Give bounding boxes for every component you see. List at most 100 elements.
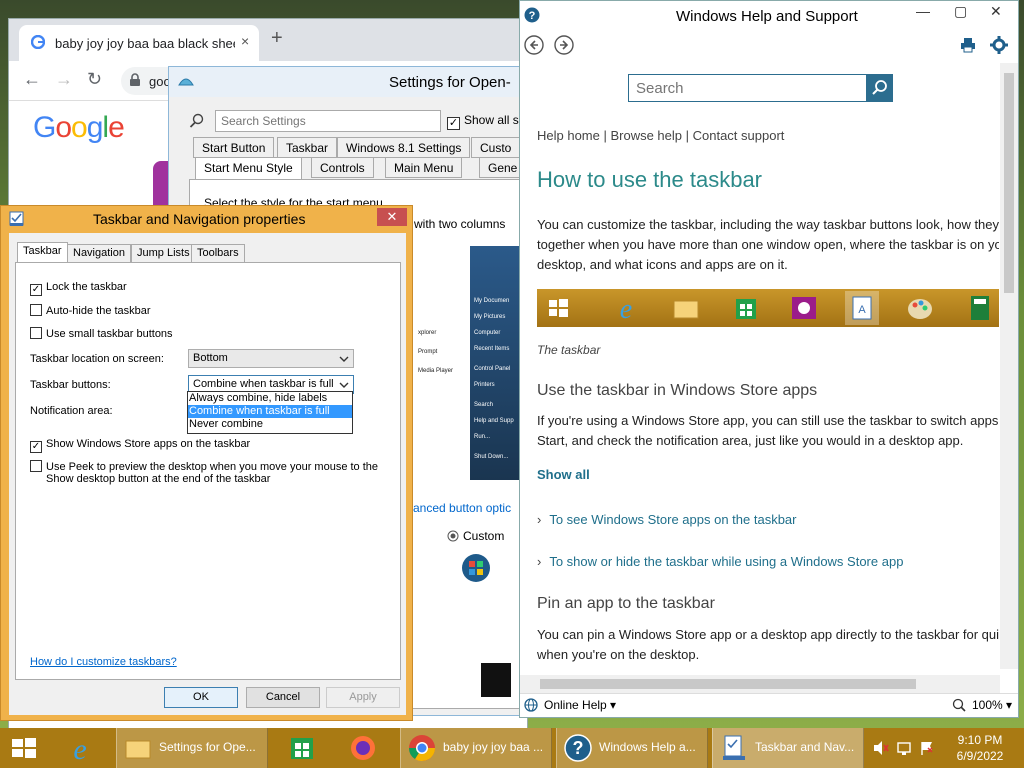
camera-icon <box>787 291 821 325</box>
preview-right-item: Printers <box>474 382 495 388</box>
preview-right-item: Search <box>474 402 494 408</box>
dropdown-option-selected[interactable]: Combine when taskbar is full <box>188 405 352 418</box>
taskbar-item-settings[interactable]: Settings for Ope... <box>116 728 268 768</box>
print-icon[interactable] <box>960 37 976 53</box>
ok-button[interactable]: OK <box>164 687 238 708</box>
store-icon <box>729 291 763 325</box>
back-icon[interactable] <box>524 35 544 55</box>
clock-date: 6/9/2022 <box>956 749 1004 763</box>
search-icon <box>189 113 205 129</box>
settings-search-input[interactable] <box>215 110 441 132</box>
help-search-input[interactable] <box>628 74 868 102</box>
cancel-button[interactable]: Cancel <box>246 687 320 708</box>
lock-icon <box>129 73 141 87</box>
help-nav-links[interactable]: Help home | Browse help | Contact suppor… <box>537 128 784 143</box>
peek-checkbox[interactable]: Use Peek to preview the desktop when you… <box>30 460 378 473</box>
action-center-flag-icon <box>921 742 933 755</box>
dialog-titlebar[interactable]: Taskbar and Navigation properties ✕ <box>1 206 412 232</box>
tab-jump-lists[interactable]: Jump Lists <box>131 244 196 263</box>
preview-left-item: Media Player <box>418 368 454 374</box>
dropdown-option[interactable]: Never combine <box>188 418 352 431</box>
zoom-value: 100% <box>972 698 1003 712</box>
custom-radio[interactable]: Custom <box>447 529 504 543</box>
tab-taskbar[interactable]: Taskbar <box>17 242 68 263</box>
open-shell-titlebar[interactable]: Settings for Open- <box>169 67 519 97</box>
reload-button[interactable]: ↻ <box>87 69 102 90</box>
preview-left-item: Prompt <box>418 349 438 355</box>
horizontal-scrollbar[interactable] <box>520 675 1000 693</box>
tab-navigation[interactable]: Navigation <box>67 244 131 263</box>
back-button[interactable]: ← <box>23 69 41 90</box>
taskbar-item-label: Windows Help a... <box>599 740 696 754</box>
taskbar-properties-dialog: Taskbar and Navigation properties ✕ Task… <box>0 205 413 721</box>
chevron-down-icon <box>337 377 351 392</box>
tab-start-menu-style[interactable]: Start Menu Style <box>195 157 302 180</box>
scroll-thumb[interactable] <box>540 679 916 689</box>
advanced-button-options-link[interactable]: anced button optic <box>413 501 511 515</box>
new-tab-button[interactable]: + <box>271 27 283 50</box>
calculator-icon <box>963 291 997 325</box>
help-navbar <box>520 31 1018 61</box>
scroll-thumb[interactable] <box>1004 73 1014 293</box>
search-icon <box>872 80 887 95</box>
dropdown-option[interactable]: Always combine, hide labels <box>188 392 352 405</box>
forward-icon[interactable] <box>554 35 574 55</box>
preview-right-item: My Pictures <box>474 314 506 320</box>
notification-label: Notification area: <box>30 405 113 417</box>
taskbar-item-help[interactable]: ? Windows Help a... <box>556 728 708 768</box>
online-help-dropdown[interactable]: Online Help ▾ <box>544 698 616 712</box>
store-apps-checkbox[interactable]: ✓ Show Windows Store apps on the taskbar <box>30 438 250 453</box>
customize-help-link[interactable]: How do I customize taskbars? <box>30 656 177 668</box>
vertical-scrollbar[interactable] <box>1000 63 1018 669</box>
help-search-button[interactable] <box>866 74 893 102</box>
zoom-icon[interactable] <box>952 698 966 712</box>
tab-windows-81-settings[interactable]: Windows 8.1 Settings <box>337 137 471 158</box>
windows-orb-icon[interactable] <box>461 553 491 583</box>
taskbar-location-select[interactable]: Bottom <box>188 349 354 368</box>
close-button[interactable]: ✕ <box>377 208 407 226</box>
maximize-button[interactable]: ▢ <box>954 3 967 20</box>
open-shell-title: Settings for Open- <box>389 74 511 91</box>
section-heading: Use the taskbar in Windows Store apps <box>537 382 818 399</box>
lock-taskbar-label: Lock the taskbar <box>46 281 127 293</box>
help-titlebar[interactable]: ? Windows Help and Support — ▢ ✕ <box>520 1 1018 31</box>
tab-taskbar[interactable]: Taskbar <box>277 137 338 158</box>
apply-button[interactable]: Apply <box>326 687 400 708</box>
buttons-value: Combine when taskbar is full <box>193 378 334 390</box>
small-buttons-checkbox[interactable]: Use small taskbar buttons <box>30 327 173 340</box>
expander-store-apps[interactable]: › To see Windows Store apps on the taskba… <box>537 512 796 527</box>
tab-start-button[interactable]: Start Button <box>193 137 275 158</box>
close-button[interactable]: ✕ <box>990 3 1002 20</box>
help-window: ? Windows Help and Support — ▢ ✕ Help ho… <box>519 0 1019 718</box>
start-button[interactable] <box>0 728 48 768</box>
folder-icon <box>669 291 703 325</box>
tab-controls[interactable]: Controls <box>311 157 374 178</box>
forward-button[interactable]: → <box>55 69 73 90</box>
gear-icon[interactable] <box>990 36 1008 54</box>
autohide-checkbox[interactable]: Auto-hide the taskbar <box>30 304 151 317</box>
expander-show-hide[interactable]: › To show or hide the taskbar while using… <box>537 554 903 569</box>
store-taskbar-button[interactable] <box>280 728 328 768</box>
zoom-level[interactable]: 100% ▾ <box>972 698 1012 712</box>
tab-toolbars[interactable]: Toolbars <box>191 244 245 263</box>
show-all-label: Show all s <box>464 113 519 127</box>
tab-close-icon[interactable]: × <box>241 33 249 49</box>
chrome-tab[interactable]: baby joy joy baa baa black sheep × <box>19 25 259 61</box>
radio-selected-icon <box>447 530 459 542</box>
taskbar-item-properties[interactable]: Taskbar and Nav... <box>712 728 864 768</box>
show-all-settings-checkbox[interactable]: ✓ Show all s <box>447 113 519 130</box>
lock-taskbar-checkbox[interactable]: ✓ Lock the taskbar <box>30 281 127 296</box>
show-all-link[interactable]: Show all <box>537 467 590 482</box>
firefox-taskbar-button[interactable] <box>340 728 388 768</box>
chevron-down-icon: ▾ <box>1006 698 1013 712</box>
system-clock[interactable]: 9:10 PM 6/9/2022 <box>948 732 1012 764</box>
google-logo: Google <box>33 111 125 144</box>
tab-customize[interactable]: Custo <box>471 137 521 158</box>
minimize-button[interactable]: — <box>916 3 930 19</box>
buttons-label: Taskbar buttons: <box>30 379 111 391</box>
start-menu-preview: xplorer Prompt Media Player My Documen M… <box>416 246 528 480</box>
ie-taskbar-button[interactable]: e <box>56 728 104 768</box>
taskbar-item-chrome[interactable]: baby joy joy baa ... <box>400 728 552 768</box>
tab-main-menu[interactable]: Main Menu <box>385 157 463 178</box>
windows-taskbar: e Settings for Ope... baby joy joy baa .… <box>0 728 1024 768</box>
